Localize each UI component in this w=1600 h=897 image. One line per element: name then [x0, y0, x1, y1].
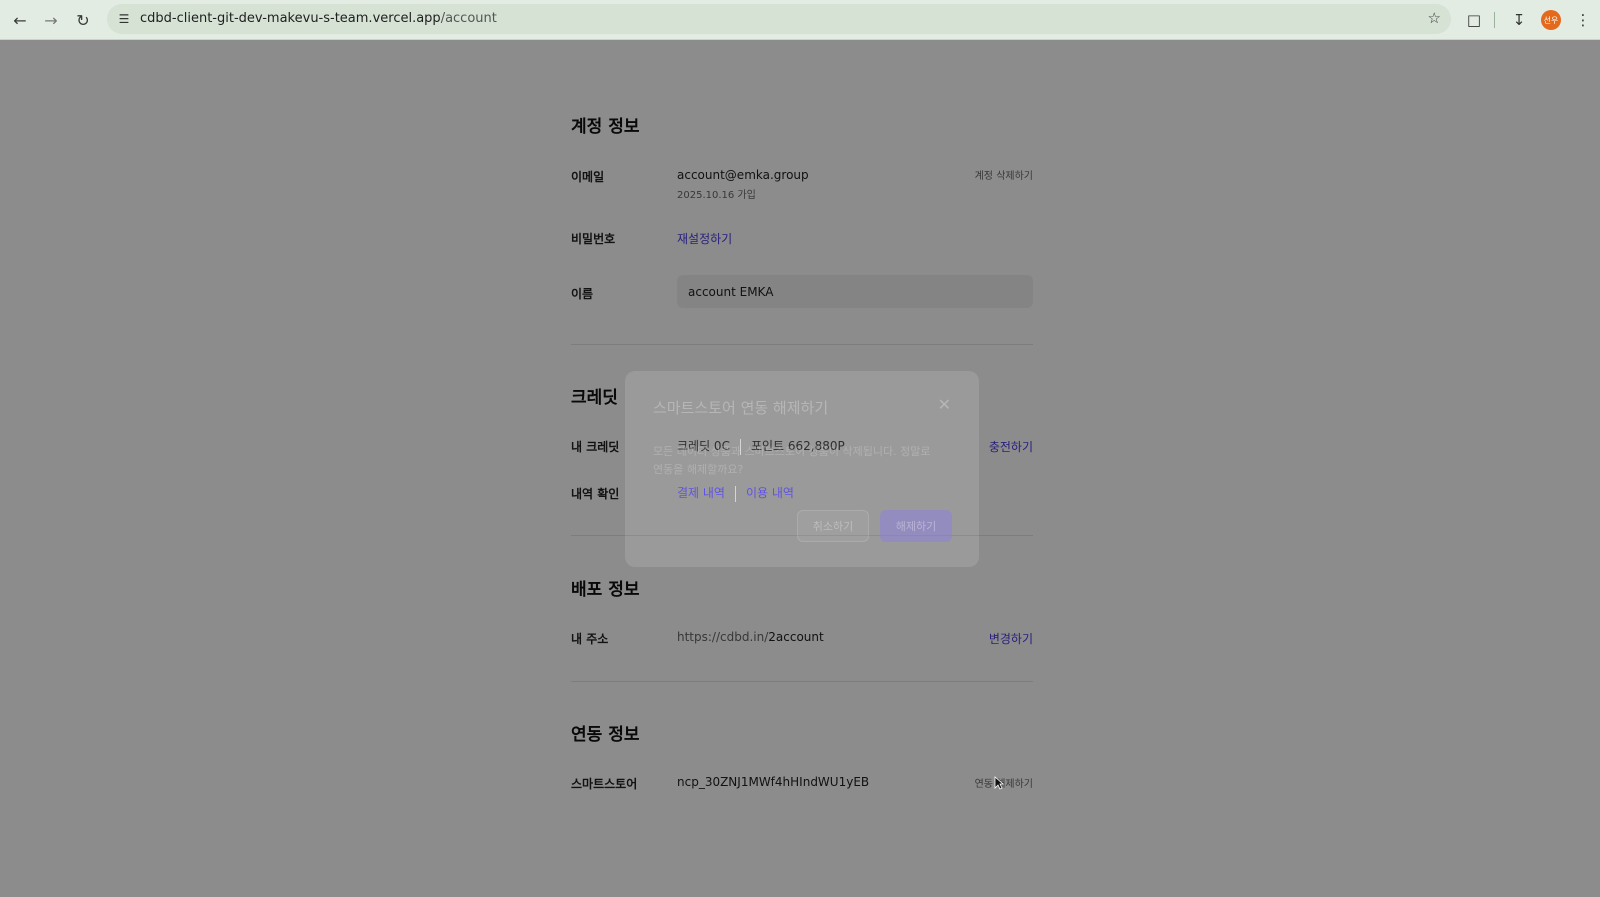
back-icon[interactable]: ← — [9, 9, 31, 31]
url-text[interactable]: cdbd-client-git-dev-makevu-s-team.vercel… — [140, 11, 497, 26]
toolbar-divider — [1494, 12, 1495, 28]
bookmark-star-icon[interactable]: ☆ — [1428, 9, 1441, 27]
reload-icon[interactable]: ↻ — [72, 9, 94, 31]
extensions-icon[interactable]: □ — [1463, 9, 1485, 31]
mouse-cursor-icon — [994, 776, 1004, 790]
browser-toolbar: ← → ↻ ☰ cdbd-client-git-dev-makevu-s-tea… — [0, 0, 1600, 40]
menu-kebab-icon[interactable]: ⋮ — [1572, 9, 1594, 31]
site-settings-icon[interactable]: ☰ — [115, 10, 133, 28]
address-bar[interactable]: ☰ cdbd-client-git-dev-makevu-s-team.verc… — [107, 4, 1451, 34]
modal-title: 스마트스토어 연동 해제하기 — [653, 399, 829, 417]
disconnect-modal: 스마트스토어 연동 해제하기 ✕ 모든 데이터 상품과 스마트스토어 상품이 삭… — [625, 371, 979, 567]
close-icon[interactable]: ✕ — [938, 395, 951, 414]
profile-avatar[interactable]: 선우 — [1541, 10, 1561, 30]
forward-icon[interactable]: → — [40, 9, 62, 31]
download-icon[interactable]: ↧ — [1508, 9, 1530, 31]
modal-body: 모든 데이터 상품과 스마트스토어 상품이 삭제됩니다. 정말로 연동을 해제할… — [653, 445, 931, 476]
modal-confirm-button[interactable]: 해제하기 — [880, 510, 952, 542]
modal-cancel-button[interactable]: 취소하기 — [797, 510, 869, 542]
